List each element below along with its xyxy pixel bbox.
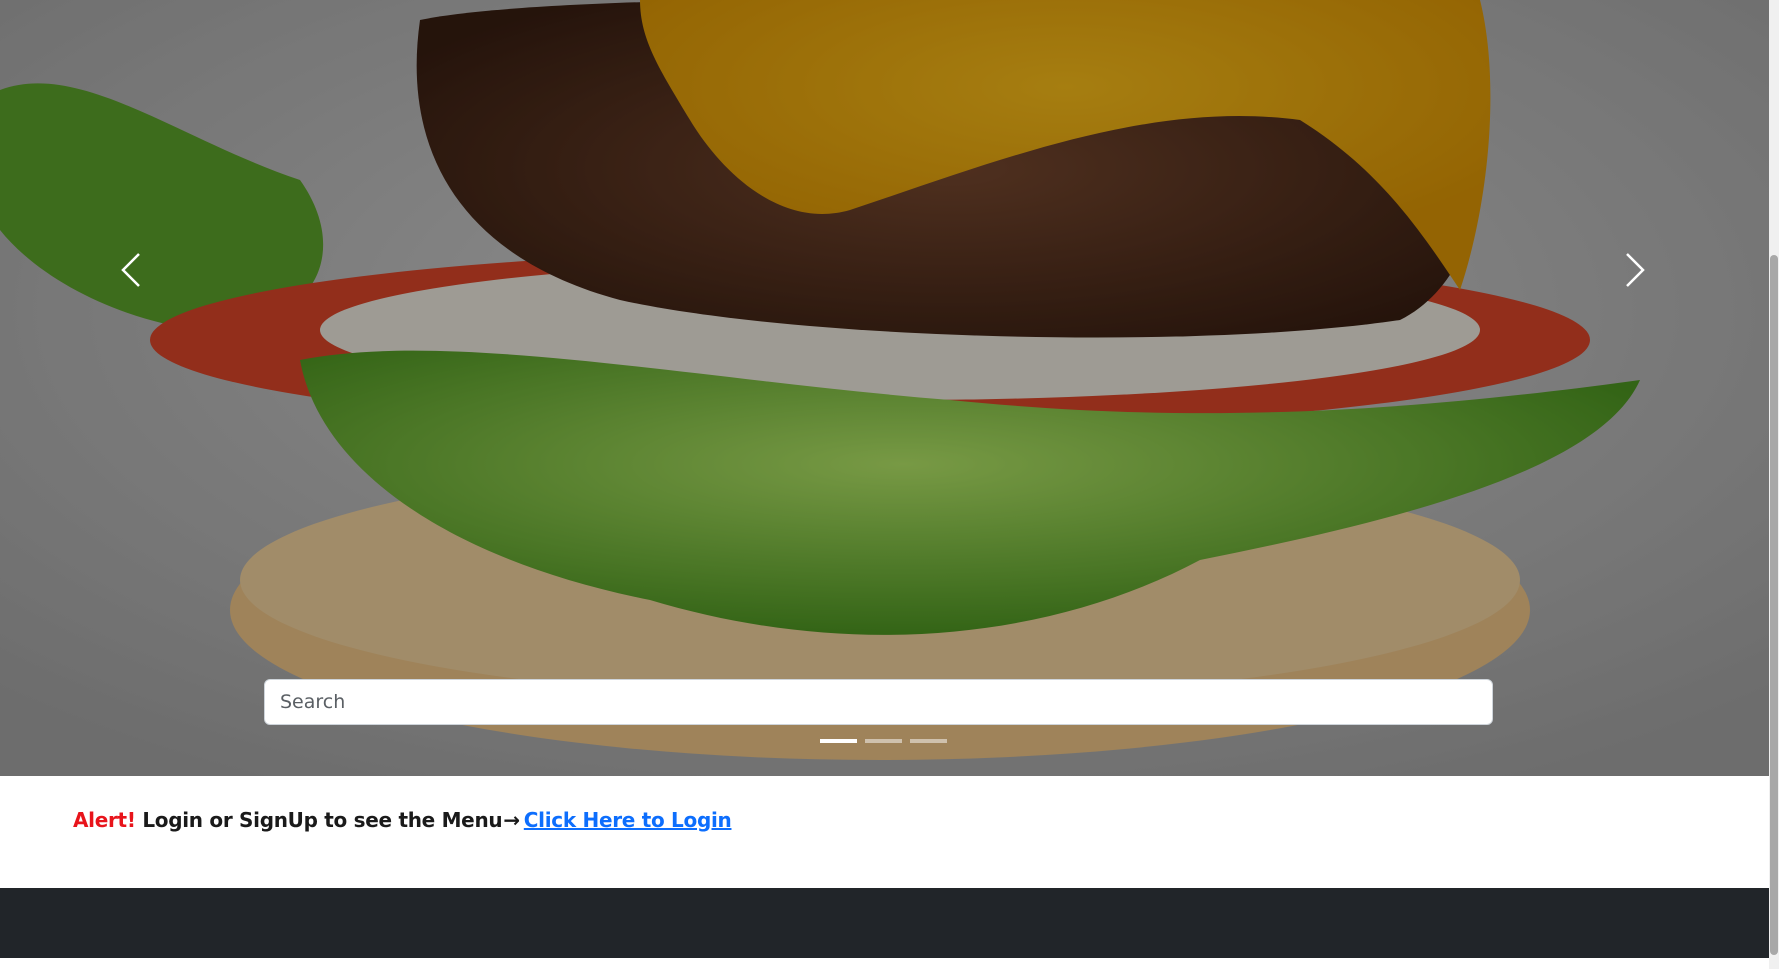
carousel-indicator-2[interactable] [865, 739, 902, 743]
carousel-indicator-3[interactable] [910, 739, 947, 743]
alert-message: Login or SignUp to see the Menu [142, 808, 503, 832]
search-input[interactable] [264, 679, 1493, 725]
login-alert: Alert! Login or SignUp to see the Menu→ C… [73, 808, 732, 832]
arrow-right-icon: → [503, 808, 520, 832]
search-wrapper [264, 679, 1493, 725]
carousel-overlay [0, 0, 1769, 776]
chevron-right-icon [1626, 253, 1645, 287]
carousel-indicators [820, 739, 947, 743]
login-link[interactable]: Click Here to Login [524, 808, 732, 832]
login-alert-section: Alert! Login or SignUp to see the Menu→ C… [0, 776, 1769, 888]
carousel-next-button[interactable] [1605, 240, 1665, 300]
scrollbar-thumb[interactable] [1770, 255, 1778, 955]
carousel-prev-button[interactable] [101, 240, 161, 300]
alert-label: Alert! [73, 808, 136, 832]
hero-carousel [0, 0, 1769, 776]
carousel-indicator-1[interactable] [820, 739, 857, 743]
footer [0, 888, 1769, 958]
chevron-left-icon [121, 253, 140, 287]
page-scrollbar[interactable] [1769, 0, 1779, 969]
page: Alert! Login or SignUp to see the Menu→C… [0, 0, 1779, 969]
